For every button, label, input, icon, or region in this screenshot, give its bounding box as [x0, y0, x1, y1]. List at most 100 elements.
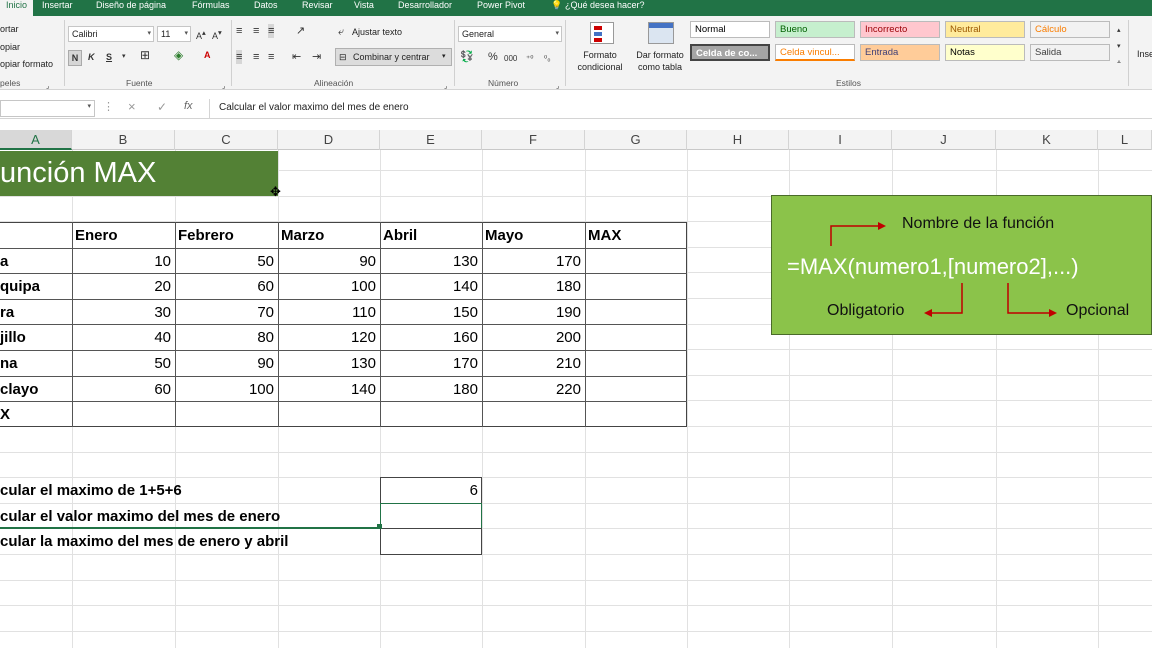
table-cell[interactable]: 180: [482, 274, 585, 299]
cell-style-2[interactable]: Incorrecto: [860, 21, 940, 38]
cell-style-4[interactable]: Cálculo: [1030, 21, 1110, 38]
column-header-l[interactable]: L: [1098, 130, 1152, 150]
cell-style-6[interactable]: Celda vincul...: [775, 44, 855, 61]
decrease-indent-icon[interactable]: ⇤: [292, 50, 301, 64]
tab-diseno-pagina[interactable]: Diseño de página: [96, 0, 166, 11]
font-name-combo[interactable]: Calibri ▾: [68, 26, 154, 42]
font-size-combo[interactable]: 11 ▾: [157, 26, 191, 42]
column-header-c[interactable]: C: [175, 130, 278, 150]
cell-style-1[interactable]: Bueno: [775, 21, 855, 38]
currency-icon[interactable]: 💱: [460, 50, 474, 64]
tab-insertar[interactable]: Insertar: [42, 0, 73, 11]
font-color-icon[interactable]: A: [204, 48, 211, 62]
table-cell[interactable]: 80: [175, 325, 278, 350]
cell-style-8[interactable]: Notas: [945, 44, 1025, 61]
tab-formulas[interactable]: Fórmulas: [192, 0, 230, 11]
confirm-icon[interactable]: ✓: [157, 100, 167, 114]
dialog-launcher-icon[interactable]: ⌟: [556, 80, 559, 94]
table-cell[interactable]: 30: [72, 300, 175, 325]
cut-button[interactable]: ortar: [0, 24, 19, 34]
table-cell[interactable]: 130: [278, 351, 380, 376]
tab-vista[interactable]: Vista: [354, 0, 374, 11]
cell-style-3[interactable]: Neutral: [945, 21, 1025, 38]
wrap-text-icon[interactable]: ⤶: [338, 25, 344, 39]
insert-function-icon[interactable]: fx: [184, 100, 193, 112]
decrease-font-icon[interactable]: A▾: [212, 26, 222, 43]
name-box[interactable]: ▾: [0, 100, 95, 117]
table-cell[interactable]: 150: [380, 300, 482, 325]
merge-center-button[interactable]: ⊟ Combinar y centrar ▾: [335, 48, 452, 66]
dialog-launcher-icon[interactable]: ⌟: [222, 80, 225, 94]
align-top-icon[interactable]: ≡: [236, 24, 242, 38]
column-header-g[interactable]: G: [585, 130, 687, 150]
percent-button[interactable]: %: [488, 50, 498, 64]
fill-color-icon[interactable]: ◈: [174, 48, 183, 62]
format-painter-button[interactable]: opiar formato: [0, 59, 53, 69]
increase-decimal-icon[interactable]: ⁺⁰: [526, 52, 533, 66]
tab-revisar[interactable]: Revisar: [302, 0, 333, 11]
table-cell[interactable]: 90: [175, 351, 278, 376]
increase-indent-icon[interactable]: ⇥: [312, 50, 321, 64]
align-bottom-icon[interactable]: ≡: [268, 24, 275, 38]
table-cell[interactable]: 130: [380, 249, 482, 274]
column-header-a[interactable]: A: [0, 130, 72, 150]
tell-me-search[interactable]: ¿Qué desea hacer?: [565, 0, 645, 11]
table-cell[interactable]: 180: [380, 377, 482, 402]
align-left-icon[interactable]: ≡: [236, 50, 243, 64]
table-cell[interactable]: 60: [175, 274, 278, 299]
align-right-icon[interactable]: ≡: [268, 50, 274, 64]
decrease-decimal-icon[interactable]: ⁰₀: [544, 52, 551, 66]
more-styles-icon[interactable]: ⩡: [1117, 56, 1121, 70]
table-cell[interactable]: 200: [482, 325, 585, 350]
dialog-launcher-icon[interactable]: ⌟: [46, 80, 49, 94]
table-cell[interactable]: 120: [278, 325, 380, 350]
table-cell[interactable]: 190: [482, 300, 585, 325]
tab-inicio[interactable]: Inicio: [0, 0, 34, 16]
copy-button[interactable]: opiar: [0, 42, 20, 52]
format-as-table-button[interactable]: Dar formato como tabla: [630, 49, 690, 73]
table-cell[interactable]: 50: [175, 249, 278, 274]
column-header-f[interactable]: F: [482, 130, 585, 150]
column-header-i[interactable]: I: [789, 130, 892, 150]
column-header-d[interactable]: D: [278, 130, 380, 150]
table-cell[interactable]: 60: [72, 377, 175, 402]
cell-style-0[interactable]: Normal: [690, 21, 770, 38]
column-header-k[interactable]: K: [996, 130, 1098, 150]
table-cell[interactable]: 110: [278, 300, 380, 325]
table-cell[interactable]: 70: [175, 300, 278, 325]
align-center-icon[interactable]: ≡: [253, 50, 259, 64]
conditional-format-button[interactable]: Formato condicional: [572, 49, 628, 73]
cell-style-9[interactable]: Salida: [1030, 44, 1110, 61]
tab-power-pivot[interactable]: Power Pivot: [477, 0, 525, 11]
thousands-button[interactable]: 000: [504, 52, 517, 66]
tab-desarrollador[interactable]: Desarrollador: [398, 0, 452, 11]
table-cell[interactable]: 140: [278, 377, 380, 402]
borders-icon[interactable]: ⊞: [140, 48, 150, 62]
table-cell[interactable]: 100: [278, 274, 380, 299]
table-cell[interactable]: 50: [72, 351, 175, 376]
dialog-launcher-icon[interactable]: ⌟: [444, 80, 447, 94]
cell-style-7[interactable]: Entrada: [860, 44, 940, 61]
number-format-combo[interactable]: General ▾: [458, 26, 562, 42]
table-cell[interactable]: 170: [482, 249, 585, 274]
column-header-e[interactable]: E: [380, 130, 482, 150]
underline-button[interactable]: S: [106, 50, 112, 64]
conditional-format-icon[interactable]: [590, 22, 614, 44]
column-header-h[interactable]: H: [687, 130, 789, 150]
scroll-up-icon[interactable]: ▴: [1117, 24, 1121, 38]
fill-handle[interactable]: [377, 524, 382, 529]
format-table-icon[interactable]: [648, 22, 674, 44]
table-cell[interactable]: 90: [278, 249, 380, 274]
increase-font-icon[interactable]: A▴: [196, 26, 206, 43]
align-middle-icon[interactable]: ≡: [253, 24, 259, 38]
bold-button[interactable]: N: [68, 50, 82, 66]
italic-button[interactable]: K: [88, 50, 95, 64]
chevron-down-icon[interactable]: ▾: [122, 50, 126, 64]
tab-datos[interactable]: Datos: [254, 0, 278, 11]
column-header-j[interactable]: J: [892, 130, 996, 150]
insert-cells-button[interactable]: Inse: [1137, 49, 1152, 59]
table-cell[interactable]: 40: [72, 325, 175, 350]
table-cell[interactable]: 20: [72, 274, 175, 299]
table-cell[interactable]: 220: [482, 377, 585, 402]
table-cell[interactable]: 160: [380, 325, 482, 350]
